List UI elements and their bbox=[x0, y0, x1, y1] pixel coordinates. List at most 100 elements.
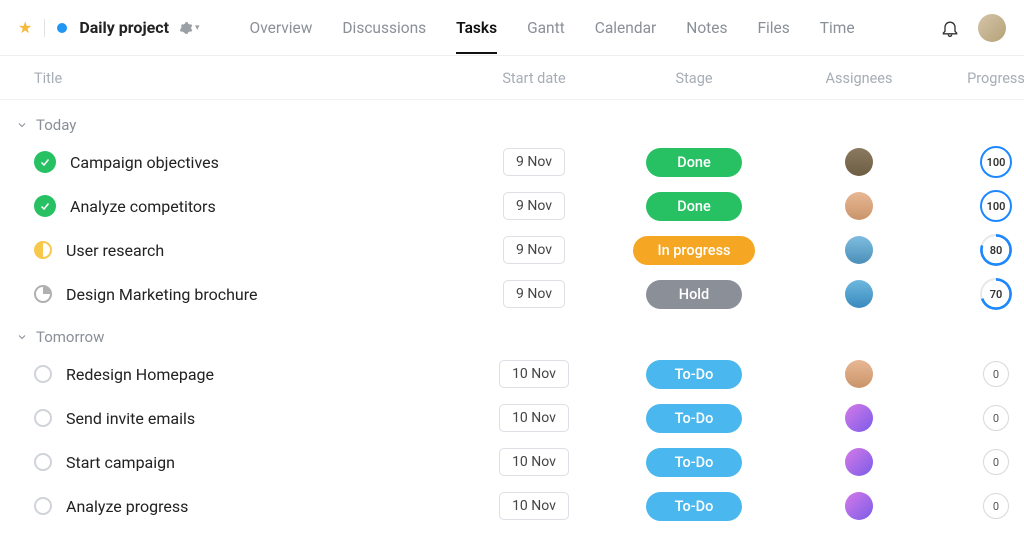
tab-notes[interactable]: Notes bbox=[686, 3, 727, 53]
col-progress[interactable]: Progress bbox=[934, 70, 1024, 87]
assignee-avatar[interactable] bbox=[845, 192, 873, 220]
date-cell: 10 Nov bbox=[464, 492, 604, 520]
favorite-star-icon[interactable]: ★ bbox=[18, 18, 32, 37]
status-half-icon[interactable] bbox=[34, 241, 52, 259]
task-title[interactable]: Campaign objectives bbox=[70, 153, 219, 172]
project-settings-button[interactable]: ▾ bbox=[179, 21, 200, 35]
status-empty-icon[interactable] bbox=[34, 365, 52, 383]
status-quarter-icon[interactable] bbox=[34, 285, 52, 303]
app-header: ★ Daily project ▾ Overview Discussions Tas… bbox=[0, 0, 1024, 56]
stage-pill[interactable]: To-Do bbox=[646, 492, 742, 521]
start-date-chip[interactable]: 9 Nov bbox=[503, 192, 565, 220]
progress-cell: 0 bbox=[934, 405, 1024, 431]
tab-tasks[interactable]: Tasks bbox=[456, 3, 497, 53]
tab-calendar[interactable]: Calendar bbox=[595, 3, 657, 53]
progress-indicator[interactable]: 0 bbox=[983, 449, 1009, 475]
stage-pill[interactable]: Done bbox=[646, 148, 742, 177]
assignee-cell bbox=[784, 236, 934, 264]
task-row[interactable]: Send invite emails 10 Nov To-Do 0 bbox=[0, 396, 1024, 440]
chevron-down-icon bbox=[16, 331, 28, 343]
group-header[interactable]: Tomorrow bbox=[0, 316, 1024, 352]
status-empty-icon[interactable] bbox=[34, 409, 52, 427]
assignee-avatar[interactable] bbox=[845, 280, 873, 308]
status-empty-icon[interactable] bbox=[34, 453, 52, 471]
task-title[interactable]: Design Marketing brochure bbox=[66, 285, 258, 304]
notifications-icon[interactable] bbox=[940, 18, 960, 38]
task-title[interactable]: User research bbox=[66, 241, 164, 260]
task-row[interactable]: Redesign Homepage 10 Nov To-Do 0 bbox=[0, 352, 1024, 396]
group-header[interactable]: Today bbox=[0, 104, 1024, 140]
chevron-down-icon bbox=[16, 119, 28, 131]
assignee-avatar[interactable] bbox=[845, 492, 873, 520]
start-date-chip[interactable]: 9 Nov bbox=[503, 280, 565, 308]
col-stage[interactable]: Stage bbox=[604, 70, 784, 87]
stage-cell: Hold bbox=[604, 280, 784, 309]
status-empty-icon[interactable] bbox=[34, 497, 52, 515]
task-list: TodayCampaign objectives9 NovDone100Anal… bbox=[0, 100, 1024, 528]
assignee-avatar[interactable] bbox=[845, 360, 873, 388]
task-title[interactable]: Send invite emails bbox=[66, 409, 195, 428]
tab-time[interactable]: Time bbox=[820, 3, 855, 53]
stage-cell: Done bbox=[604, 148, 784, 177]
start-date-chip[interactable]: 10 Nov bbox=[499, 448, 569, 476]
assignee-avatar[interactable] bbox=[845, 236, 873, 264]
progress-indicator[interactable]: 80 bbox=[980, 234, 1012, 266]
status-done-icon[interactable] bbox=[34, 195, 56, 217]
progress-indicator[interactable]: 0 bbox=[983, 493, 1009, 519]
col-title[interactable]: Title bbox=[34, 70, 464, 87]
project-color-dot bbox=[57, 23, 67, 33]
start-date-chip[interactable]: 10 Nov bbox=[499, 492, 569, 520]
start-date-chip[interactable]: 9 Nov bbox=[503, 148, 565, 176]
start-date-chip[interactable]: 9 Nov bbox=[503, 236, 565, 264]
progress-cell: 0 bbox=[934, 493, 1024, 519]
stage-pill[interactable]: Hold bbox=[646, 280, 742, 309]
user-avatar[interactable] bbox=[978, 14, 1006, 42]
task-row[interactable]: Analyze competitors 9 Nov Done 100 bbox=[0, 184, 1024, 228]
stage-pill[interactable]: To-Do bbox=[646, 448, 742, 477]
status-done-icon[interactable] bbox=[34, 151, 56, 173]
project-name[interactable]: Daily project bbox=[79, 18, 169, 37]
task-title-cell: Design Marketing brochure bbox=[34, 285, 464, 304]
stage-pill[interactable]: Done bbox=[646, 192, 742, 221]
tab-files[interactable]: Files bbox=[757, 3, 789, 53]
task-title[interactable]: Start campaign bbox=[66, 453, 175, 472]
task-row[interactable]: Design Marketing brochure 9 Nov Hold 70 bbox=[0, 272, 1024, 316]
tab-overview[interactable]: Overview bbox=[250, 3, 313, 53]
assignee-avatar[interactable] bbox=[845, 448, 873, 476]
task-title[interactable]: Analyze competitors bbox=[70, 197, 216, 216]
col-assignees[interactable]: Assignees bbox=[784, 70, 934, 87]
progress-indicator[interactable]: 0 bbox=[983, 361, 1009, 387]
assignee-cell bbox=[784, 492, 934, 520]
date-cell: 9 Nov bbox=[464, 236, 604, 264]
start-date-chip[interactable]: 10 Nov bbox=[499, 360, 569, 388]
assignee-avatar[interactable] bbox=[845, 404, 873, 432]
date-cell: 9 Nov bbox=[464, 148, 604, 176]
progress-indicator[interactable]: 100 bbox=[980, 146, 1012, 178]
tab-discussions[interactable]: Discussions bbox=[342, 3, 426, 53]
task-row[interactable]: Campaign objectives 9 Nov Done 100 bbox=[0, 140, 1024, 184]
progress-indicator[interactable]: 0 bbox=[983, 405, 1009, 431]
assignee-cell bbox=[784, 280, 934, 308]
task-row[interactable]: Start campaign 10 Nov To-Do 0 bbox=[0, 440, 1024, 484]
stage-pill[interactable]: To-Do bbox=[646, 404, 742, 433]
progress-indicator[interactable]: 100 bbox=[980, 190, 1012, 222]
stage-pill[interactable]: To-Do bbox=[646, 360, 742, 389]
task-title[interactable]: Redesign Homepage bbox=[66, 365, 214, 384]
start-date-chip[interactable]: 10 Nov bbox=[499, 404, 569, 432]
tab-gantt[interactable]: Gantt bbox=[527, 3, 565, 53]
col-start-date[interactable]: Start date bbox=[464, 70, 604, 87]
task-row[interactable]: Analyze progress 10 Nov To-Do 0 bbox=[0, 484, 1024, 528]
progress-cell: 100 bbox=[934, 190, 1024, 222]
date-cell: 10 Nov bbox=[464, 404, 604, 432]
assignee-avatar[interactable] bbox=[845, 148, 873, 176]
task-row[interactable]: User research 9 Nov In progress 80 bbox=[0, 228, 1024, 272]
date-cell: 9 Nov bbox=[464, 280, 604, 308]
stage-cell: To-Do bbox=[604, 448, 784, 477]
task-title[interactable]: Analyze progress bbox=[66, 497, 188, 516]
stage-cell: Done bbox=[604, 192, 784, 221]
progress-indicator[interactable]: 70 bbox=[980, 278, 1012, 310]
task-title-cell: User research bbox=[34, 241, 464, 260]
stage-pill[interactable]: In progress bbox=[633, 236, 754, 265]
stage-cell: To-Do bbox=[604, 360, 784, 389]
progress-cell: 0 bbox=[934, 449, 1024, 475]
